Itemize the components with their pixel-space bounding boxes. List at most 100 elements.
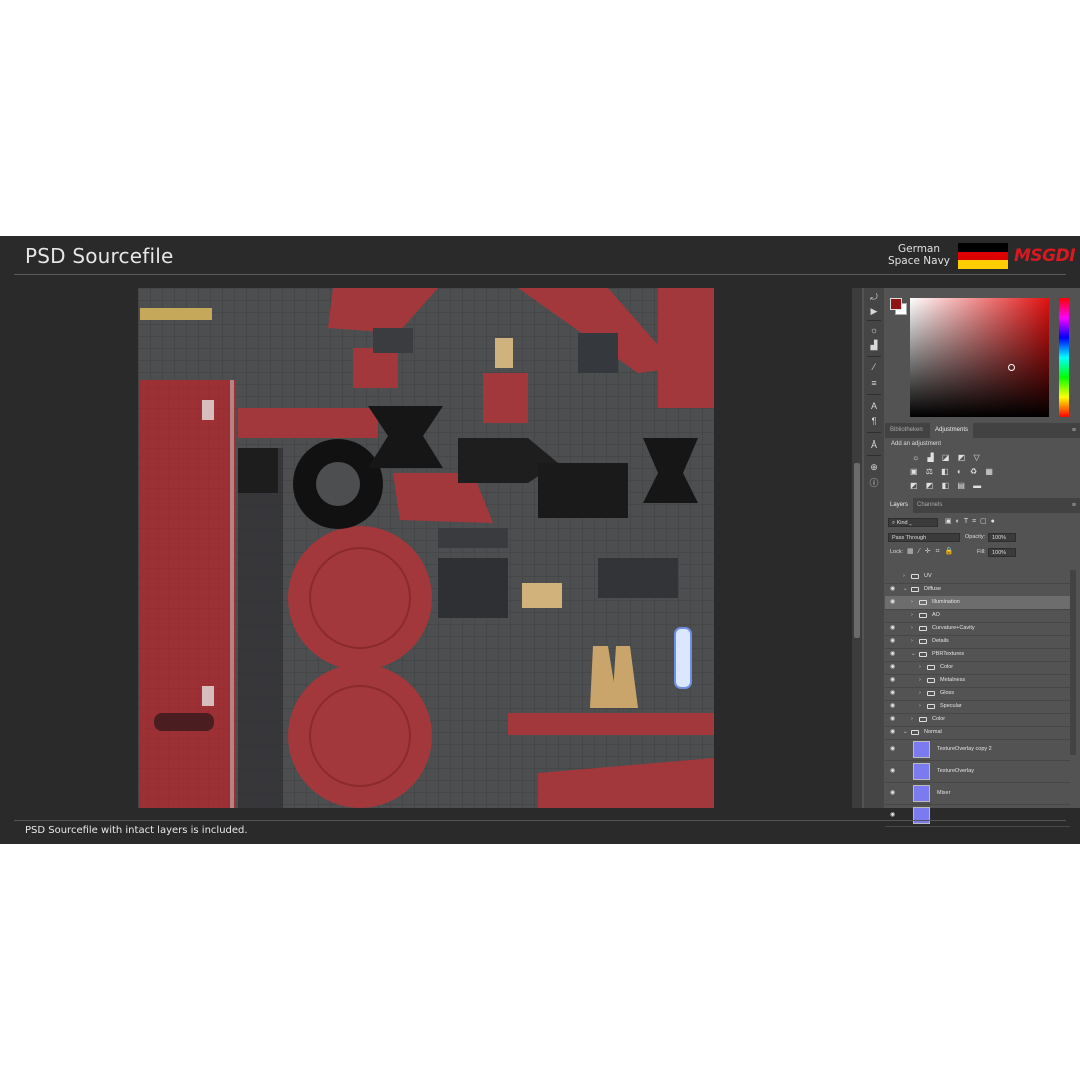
layer-row[interactable]: ◉ › Gloss	[885, 687, 1070, 701]
layer-thumbnail	[913, 763, 930, 780]
visibility-eye-icon[interactable]: ◉	[890, 661, 900, 674]
visibility-eye-icon[interactable]: ◉	[890, 622, 900, 635]
filter-type-icons[interactable]: ▣◐T⌗▢●	[945, 517, 999, 526]
visibility-eye-icon[interactable]: ◉	[890, 745, 900, 752]
folder-icon	[919, 639, 927, 644]
layer-thumbnail	[913, 741, 930, 758]
foreground-color-swatch[interactable]	[890, 298, 902, 310]
layers-menu-icon[interactable]: ≡	[1072, 498, 1076, 513]
layer-name: Details	[932, 638, 949, 644]
folder-icon	[919, 652, 927, 657]
layer-row[interactable]: ◉ ⌄ Normal	[885, 726, 1070, 740]
panel-menu-icon[interactable]: ≡	[1072, 423, 1076, 438]
tab-adjustments[interactable]: Adjustments	[930, 423, 974, 438]
brush-icon[interactable]: ⁄	[864, 360, 884, 374]
layer-thumbnail	[913, 807, 930, 824]
visibility-eye-icon[interactable]: ◉	[890, 674, 900, 687]
opacity-input[interactable]: 100%	[988, 533, 1016, 542]
layer-row[interactable]: ◉ › Details	[885, 635, 1070, 649]
folder-icon	[927, 691, 935, 696]
paragraph-icon[interactable]: ¶	[864, 414, 884, 428]
brand-line-2: Space Navy	[887, 255, 951, 267]
levels-icon[interactable]: ▟	[864, 338, 884, 352]
chevron-down-icon[interactable]: ⌄	[903, 726, 908, 739]
opacity-value: 100%	[992, 535, 1007, 541]
visibility-eye-icon[interactable]: ◉	[890, 596, 900, 609]
visibility-eye-icon[interactable]: ◉	[890, 635, 900, 648]
chevron-right-icon[interactable]: ›	[919, 700, 921, 713]
brand-logo: MSGDI	[1014, 246, 1076, 266]
brightness-icon[interactable]: ☼	[864, 323, 884, 337]
chevron-right-icon[interactable]: ›	[911, 609, 913, 622]
visibility-eye-icon[interactable]: ◉	[890, 648, 900, 661]
tab-channels[interactable]: Channels	[912, 498, 947, 513]
visibility-eye-icon[interactable]: ◉	[890, 687, 900, 700]
chevron-right-icon[interactable]: ›	[911, 622, 913, 635]
layer-row[interactable]: ◉ › Curvature+Cavity	[885, 622, 1070, 636]
color-picker-field[interactable]	[910, 298, 1049, 417]
layer-name: Diffuse	[924, 586, 942, 592]
layer-row[interactable]: ◉ Mixer	[885, 783, 1070, 805]
layer-row[interactable]: ◉ › Illumination	[885, 596, 1070, 610]
glyph-icon[interactable]: Å	[864, 438, 884, 452]
layer-name: Normal	[924, 729, 942, 735]
folder-icon	[919, 600, 927, 605]
chevron-right-icon[interactable]: ›	[911, 713, 913, 726]
visibility-eye-icon[interactable]: ◉	[890, 767, 900, 774]
layer-row[interactable]: › UV	[885, 570, 1070, 584]
type-icon[interactable]: A	[864, 399, 884, 413]
lock-icons[interactable]: ▦⁄✛⌗🔒	[907, 547, 958, 556]
chevron-right-icon[interactable]: ›	[919, 674, 921, 687]
layer-name: Curvature+Cavity	[932, 625, 975, 631]
chevron-right-icon[interactable]: ›	[919, 687, 921, 700]
adjustment-icons: ☼ ▟ ◪ ◩ ▽ ▣ ⚖ ◧ ◐ ♻ ▦ ◩ ◩ ◧ ▤ ▬	[910, 451, 1030, 493]
tab-libraries[interactable]: Bibliotheken	[885, 423, 928, 438]
layer-row[interactable]: ◉ › Color	[885, 713, 1070, 727]
visibility-eye-icon[interactable]: ◉	[890, 726, 900, 739]
layer-row[interactable]: ◉	[885, 805, 1070, 827]
layer-row[interactable]: ◉ ⌄ PBRTextures	[885, 648, 1070, 662]
hue-slider[interactable]	[1059, 298, 1069, 417]
tool-strip: ⤾ ▶ ☼ ▟ ⁄ ≡ A ¶ Å ⊕ ⓘ	[864, 288, 884, 808]
folder-icon	[927, 665, 935, 670]
chevron-down-icon[interactable]: ⌄	[903, 583, 908, 596]
page-title: PSD Sourcefile	[25, 244, 174, 268]
visibility-eye-icon[interactable]: ◉	[890, 713, 900, 726]
chevron-right-icon[interactable]: ›	[919, 661, 921, 674]
layer-row[interactable]: ◉ TextureOverlay	[885, 761, 1070, 783]
layer-row[interactable]: ◉ TextureOverlay copy 2	[885, 739, 1070, 761]
visibility-eye-icon[interactable]: ◉	[890, 789, 900, 796]
chevron-right-icon[interactable]: ›	[903, 570, 905, 583]
color-picker-handle[interactable]	[1008, 364, 1015, 371]
caption-text: PSD Sourcefile with intact layers is inc…	[25, 825, 248, 836]
rotate-icon[interactable]: ⤾	[864, 290, 884, 304]
layer-row[interactable]: ◉ › Color	[885, 661, 1070, 675]
visibility-eye-icon[interactable]: ◉	[890, 583, 900, 596]
adjustment-row-2[interactable]: ▣ ⚖ ◧ ◐ ♻ ▦	[910, 465, 1030, 479]
visibility-eye-icon[interactable]: ◉	[890, 700, 900, 713]
kind-filter[interactable]: ⌕ Kind ⌄	[888, 518, 938, 527]
layers-scrollbar[interactable]	[1070, 570, 1076, 755]
sliders-icon[interactable]: ≡	[864, 376, 884, 390]
fill-input[interactable]: 100%	[988, 548, 1016, 557]
workspace-scrollbar[interactable]	[852, 288, 862, 808]
stamp-icon[interactable]: ⊕	[864, 460, 884, 474]
blend-mode-select[interactable]: Pass Through	[888, 533, 960, 542]
folder-icon	[911, 587, 919, 592]
adjustments-title: Add an adjustment	[891, 441, 942, 447]
layer-name: TextureOverlay	[937, 768, 974, 774]
info-icon[interactable]: ⓘ	[864, 476, 884, 490]
adjustment-row-1[interactable]: ☼ ▟ ◪ ◩ ▽	[910, 451, 1030, 465]
play-icon[interactable]: ▶	[864, 304, 884, 318]
layer-row[interactable]: › AO	[885, 609, 1070, 623]
chevron-right-icon[interactable]: ›	[911, 596, 913, 609]
visibility-eye-icon[interactable]: ◉	[890, 811, 900, 818]
layer-row[interactable]: ◉ › Specular	[885, 700, 1070, 714]
folder-icon	[919, 717, 927, 722]
tab-layers[interactable]: Layers	[885, 498, 914, 513]
adjustment-row-3[interactable]: ◩ ◩ ◧ ▤ ▬	[910, 479, 1030, 493]
layer-row[interactable]: ◉ ⌄ Diffuse	[885, 583, 1070, 597]
chevron-down-icon[interactable]: ⌄	[911, 648, 916, 661]
chevron-right-icon[interactable]: ›	[911, 635, 913, 648]
layer-row[interactable]: ◉ › Metalness	[885, 674, 1070, 688]
